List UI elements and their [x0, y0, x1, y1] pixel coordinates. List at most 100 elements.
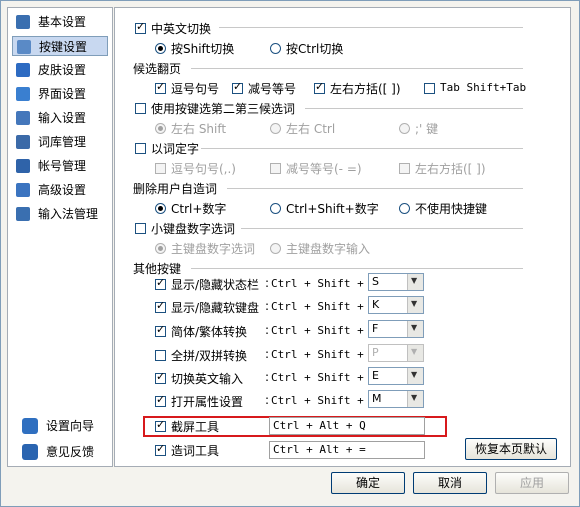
toggle-softkeyboard-checkbox[interactable]	[155, 299, 166, 313]
separator	[219, 27, 523, 28]
simp-trad-checkbox[interactable]	[155, 323, 166, 337]
ctrl-number-radio[interactable]	[155, 203, 166, 214]
simp-trad-combo: Ctrl + Shift +	[271, 324, 364, 337]
sidebar-item-account[interactable]: 帐号管理	[12, 156, 108, 176]
ok-button[interactable]: 确定	[331, 472, 405, 494]
cn-en-switch-checkbox[interactable]	[135, 20, 146, 34]
shift-switch-label: 按Shift切换	[171, 42, 235, 56]
ctrl-shift-number-radio[interactable]	[270, 203, 281, 214]
english-input-combo: Ctrl + Shift +	[271, 371, 364, 384]
input-icon	[16, 111, 30, 125]
other-keys-title: 其他按键	[133, 262, 182, 276]
open-properties-checkbox[interactable]	[155, 393, 166, 407]
main-keyboard-select-label: 主键盘数字选词	[171, 242, 256, 256]
word-to-char-checkbox[interactable]	[135, 143, 146, 154]
book-icon	[16, 135, 30, 149]
sidebar-item-interface[interactable]: 界面设置	[12, 84, 108, 104]
colon: :	[265, 370, 270, 384]
separator	[227, 188, 523, 189]
sidebar-item-dictionary[interactable]: 词库管理	[12, 132, 108, 152]
separator	[191, 268, 523, 269]
chevron-down-icon	[407, 321, 423, 337]
left-right-ctrl-radio[interactable]	[270, 123, 281, 134]
advanced-icon	[16, 183, 30, 197]
sidebar-item-basic[interactable]: 基本设置	[12, 12, 108, 32]
word-to-char-label: 以词定字	[151, 142, 200, 156]
ctrl-switch-label: 按Ctrl切换	[286, 42, 344, 56]
screenshot-tool-checkbox[interactable]	[155, 418, 166, 432]
select-second-third-checkbox[interactable]	[135, 103, 146, 114]
comma-period-paging-checkbox[interactable]	[155, 80, 166, 94]
window-icon	[16, 87, 30, 101]
minus-equal-paging-checkbox[interactable]	[232, 80, 243, 94]
apply-button[interactable]: 应用	[495, 472, 569, 494]
left-right-shift-radio[interactable]	[155, 123, 166, 134]
shirt-icon	[16, 63, 30, 77]
main-keyboard-input-label: 主键盘数字输入	[286, 242, 371, 256]
sidebar-item-input[interactable]: 输入设置	[12, 108, 108, 128]
full-double-pinyin-key-select[interactable]: P	[368, 344, 424, 362]
word-to-char-minus-label: 减号等号(- =)	[286, 162, 362, 176]
open-properties-key-select[interactable]: M	[368, 390, 424, 408]
toggle-statusbar-checkbox[interactable]	[155, 276, 166, 290]
main-keyboard-input-radio[interactable]	[270, 243, 281, 254]
colon: :	[265, 299, 270, 313]
word-to-char-bracket-label: 左右方括([ ])	[415, 162, 486, 176]
colon: :	[265, 393, 270, 407]
chevron-down-icon	[407, 274, 423, 290]
toggle-statusbar-key-select[interactable]: S	[368, 273, 424, 291]
settings-window: 基本设置 按键设置 皮肤设置 界面设置 输入设置 词库管理 帐号管理 高级设置	[0, 0, 580, 507]
tab-paging-checkbox[interactable]	[424, 83, 435, 94]
toggle-statusbar-combo: Ctrl + Shift +	[271, 277, 364, 290]
word-maker-hotkey-field[interactable]: Ctrl + Alt + =	[269, 441, 425, 459]
gear-wizard-icon	[22, 418, 38, 434]
toggle-softkeyboard-label: 显示/隐藏软键盘	[171, 301, 260, 315]
tab-paging-label: Tab Shift+Tab	[440, 81, 527, 94]
word-to-char-minus-checkbox[interactable]	[270, 163, 281, 174]
left-right-shift-label: 左右 Shift	[171, 122, 227, 136]
english-input-checkbox[interactable]	[155, 370, 166, 384]
restore-defaults-button[interactable]: 恢复本页默认	[465, 438, 557, 460]
keyboard-icon	[17, 40, 31, 54]
word-to-char-comma-checkbox[interactable]	[155, 163, 166, 174]
ctrl-switch-radio[interactable]	[270, 43, 281, 54]
wrench-icon	[16, 15, 30, 29]
cancel-button[interactable]: 取消	[413, 472, 487, 494]
full-double-pinyin-label: 全拼/双拼转换	[171, 349, 248, 363]
toggle-softkeyboard-combo: Ctrl + Shift +	[271, 300, 364, 313]
word-to-char-bracket-checkbox[interactable]	[399, 163, 410, 174]
chevron-down-icon	[407, 297, 423, 313]
full-double-pinyin-checkbox[interactable]	[155, 350, 166, 361]
main-keyboard-select-radio[interactable]	[155, 243, 166, 254]
sidebar-item-ime-manage[interactable]: 输入法管理	[12, 204, 108, 224]
numpad-select-checkbox[interactable]	[135, 223, 146, 234]
shift-switch-radio[interactable]	[155, 43, 166, 54]
open-properties-combo: Ctrl + Shift +	[271, 394, 364, 407]
cn-en-switch-label: 中英文切换	[151, 22, 212, 36]
no-shortcut-radio[interactable]	[399, 203, 410, 214]
semicolon-quote-radio[interactable]	[399, 123, 410, 134]
screenshot-hotkey-field[interactable]: Ctrl + Alt + Q	[269, 417, 425, 435]
chevron-down-icon	[407, 345, 423, 361]
numpad-select-label: 小键盘数字选词	[151, 222, 236, 236]
chevron-down-icon	[407, 368, 423, 384]
simp-trad-key-select[interactable]: F	[368, 320, 424, 338]
english-input-key-select[interactable]: E	[368, 367, 424, 385]
toggle-softkeyboard-key-select[interactable]: K	[368, 296, 424, 314]
sidebar: 基本设置 按键设置 皮肤设置 界面设置 输入设置 词库管理 帐号管理 高级设置	[7, 7, 113, 467]
word-maker-label: 造词工具	[171, 444, 220, 458]
sidebar-item-skin[interactable]: 皮肤设置	[12, 60, 108, 80]
full-double-pinyin-combo: Ctrl + Shift +	[271, 348, 364, 361]
semicolon-quote-label: ;' 键	[415, 122, 439, 136]
sidebar-item-advanced[interactable]: 高级设置	[12, 180, 108, 200]
simp-trad-label: 简体/繁体转换	[171, 325, 248, 339]
colon: :	[265, 276, 270, 290]
bracket-paging-checkbox[interactable]	[314, 80, 325, 94]
word-maker-checkbox[interactable]	[155, 442, 166, 456]
key-settings-panel: 中英文切换 按Shift切换 按Ctrl切换 候选翻页 逗号句号 减号等号 左右…	[114, 7, 571, 467]
select-second-third-label: 使用按键选第二第三候选词	[151, 102, 296, 116]
chevron-down-icon	[407, 391, 423, 407]
colon: :	[265, 347, 270, 361]
minus-equal-paging-label: 减号等号	[248, 82, 297, 96]
sidebar-item-keys[interactable]: 按键设置	[12, 36, 108, 56]
